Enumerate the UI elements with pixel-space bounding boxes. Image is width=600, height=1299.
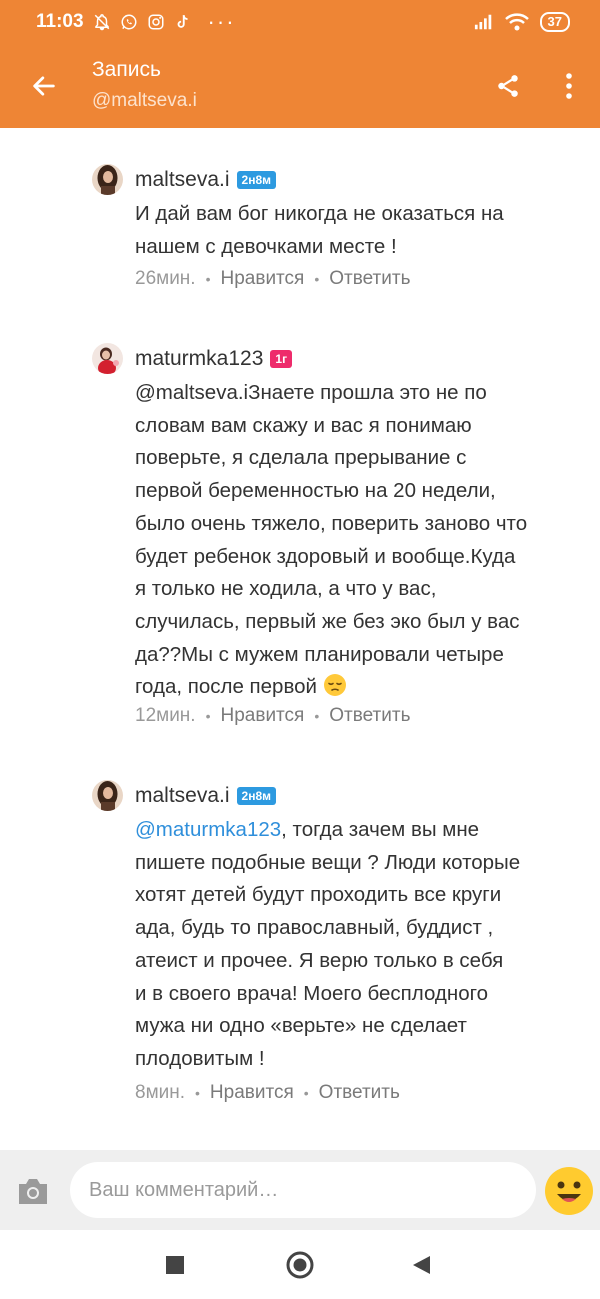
page-title: Запись <box>92 58 161 81</box>
signal-icon <box>474 12 494 32</box>
back-nav-button[interactable] <box>404 1248 438 1282</box>
meta-separator: • <box>205 708 211 724</box>
comment-author[interactable]: maltseva.i <box>135 784 230 808</box>
comment-meta: 26мин. • Нравится • Ответить <box>135 268 410 290</box>
pensive-emoji-icon <box>323 673 347 708</box>
emoji-button[interactable] <box>544 1166 594 1216</box>
notification-icons: ··· <box>92 9 236 35</box>
comment-input-bar <box>0 1150 600 1230</box>
comment-text: @maturmka123, тогда зачем вы мне пишете … <box>135 818 521 1070</box>
like-button[interactable]: Нравится <box>210 1082 294 1104</box>
author-badge: 2н8м <box>236 786 277 805</box>
meta-separator: • <box>205 271 211 287</box>
recents-button[interactable] <box>158 1248 192 1282</box>
comment-input[interactable] <box>70 1162 536 1218</box>
back-button[interactable] <box>24 66 64 106</box>
more-vert-icon <box>566 73 572 99</box>
instagram-icon <box>146 12 166 32</box>
arrow-back-icon <box>33 76 55 96</box>
more-options-button[interactable] <box>552 68 586 104</box>
camera-button[interactable] <box>16 1176 50 1206</box>
comment-text: @maltseva.iЗнаете прошла это не по слова… <box>135 377 585 708</box>
status-time: 11:03 <box>36 11 84 32</box>
share-icon <box>498 75 518 97</box>
comment-author[interactable]: maltseva.i <box>135 168 230 192</box>
reply-button[interactable]: Ответить <box>319 1082 400 1104</box>
more-notifications-dots: ··· <box>207 9 236 34</box>
status-bar: 11:03 ··· 37 <box>0 0 600 44</box>
system-nav-bar <box>0 1230 600 1299</box>
whatsapp-icon <box>119 12 139 32</box>
author-badge: 1г <box>270 349 293 368</box>
comment-time: 8мин. <box>135 1082 186 1103</box>
circle-home-icon <box>286 1251 314 1279</box>
mention-link[interactable]: @maturmka123 <box>135 818 281 841</box>
comment-time: 26мин. <box>135 268 196 289</box>
avatar[interactable] <box>92 343 123 374</box>
like-button[interactable]: Нравится <box>221 705 305 727</box>
battery-icon: 37 <box>539 12 570 32</box>
system-icons: 37 <box>474 12 570 32</box>
meta-separator: • <box>303 1085 309 1101</box>
author-badge: 2н8м <box>236 170 277 189</box>
comment-meta: 8мин. • Нравится • Ответить <box>135 1082 400 1104</box>
square-icon <box>166 1256 184 1274</box>
tiktok-icon <box>173 12 193 32</box>
meta-separator: • <box>314 708 320 724</box>
share-button[interactable] <box>490 68 526 104</box>
reply-button[interactable]: Ответить <box>329 705 410 727</box>
wifi-icon <box>504 12 530 32</box>
comment-time: 12мин. <box>135 705 196 726</box>
app-bar: Запись @maltseva.i <box>0 44 600 128</box>
notifications-off-icon <box>92 12 112 32</box>
page-subtitle[interactable]: @maltseva.i <box>92 90 197 112</box>
reply-button[interactable]: Ответить <box>329 268 410 290</box>
camera-icon <box>19 1179 47 1204</box>
comment-text: И дай вам бог никогда не оказаться на на… <box>135 202 504 258</box>
comment-author[interactable]: maturmka123 <box>135 347 263 371</box>
home-button[interactable] <box>283 1248 317 1282</box>
comment-meta: 12мин. • Нравится • Ответить <box>135 705 410 727</box>
smiley-icon <box>545 1167 593 1215</box>
like-button[interactable]: Нравится <box>221 268 305 290</box>
meta-separator: • <box>195 1085 200 1101</box>
meta-separator: • <box>314 271 320 287</box>
comments-feed[interactable]: maltseva.i 2н8м И дай вам бог никогда не… <box>0 128 600 1150</box>
avatar[interactable] <box>92 164 123 195</box>
triangle-back-icon <box>413 1256 430 1274</box>
avatar[interactable] <box>92 780 123 811</box>
